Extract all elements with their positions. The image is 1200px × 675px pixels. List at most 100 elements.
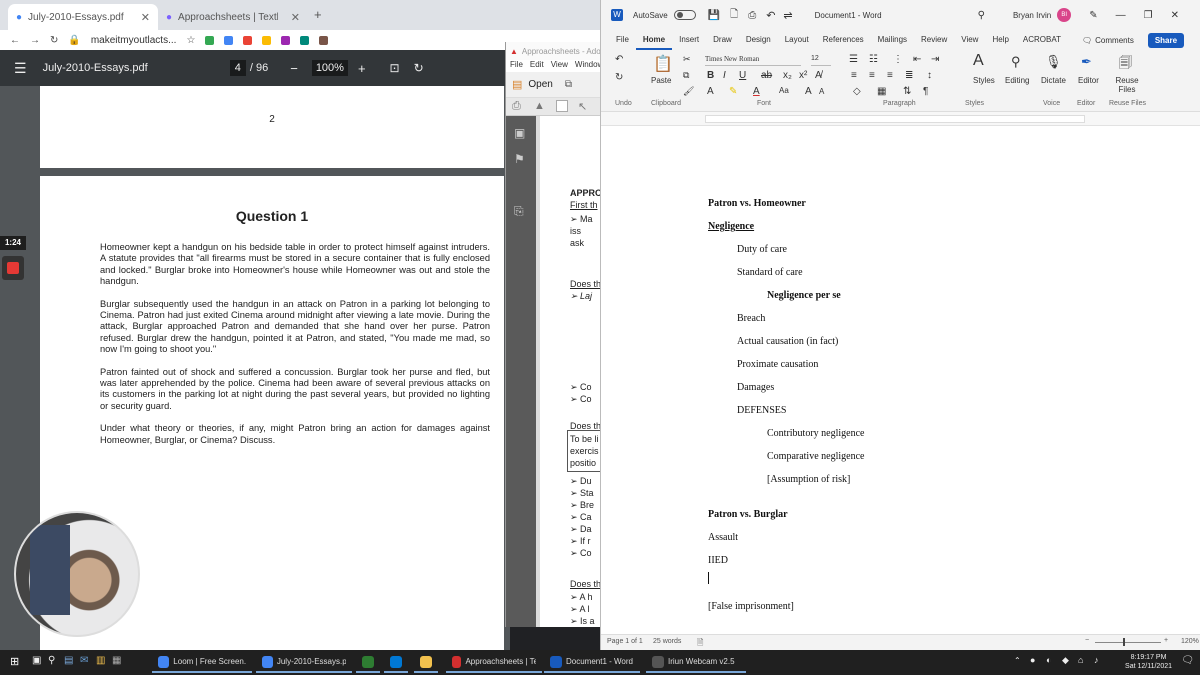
tab-file[interactable]: File <box>609 30 636 50</box>
dictate-icon[interactable]: 🎙 <box>1045 54 1062 70</box>
font-name-select[interactable]: Times New Roman <box>705 55 801 66</box>
tray-app-icon[interactable]: ◆ <box>1062 655 1069 666</box>
tab-references[interactable]: References <box>816 30 871 50</box>
minimize-icon[interactable]: — <box>1116 10 1126 21</box>
underline-icon[interactable]: U <box>739 70 746 81</box>
tray-chevron-icon[interactable]: ⌃ <box>1014 656 1021 665</box>
zoom-slider-thumb[interactable] <box>1123 638 1125 646</box>
taskbar-app-button[interactable]: Document1 - Word <box>544 652 640 673</box>
new-doc-icon[interactable]: 🗋 <box>730 7 738 24</box>
proofing-icon[interactable]: 🗎 <box>697 637 703 650</box>
tab-mailings[interactable]: Mailings <box>871 30 914 50</box>
taskbar-app-button[interactable] <box>414 652 438 673</box>
editor-button[interactable]: Editor <box>1078 76 1099 85</box>
stop-recording-button[interactable] <box>2 256 24 280</box>
search-icon[interactable]: ⚲ <box>48 655 55 666</box>
comments-icon[interactable]: 🗨 <box>1082 36 1092 45</box>
bold-icon[interactable]: B <box>707 70 714 81</box>
font-size-select[interactable]: 12 <box>811 55 831 66</box>
network-icon[interactable]: ⌂ <box>1078 655 1083 665</box>
taskbar-app-button[interactable]: Approachsheets | Texts... <box>446 652 542 673</box>
files-icon[interactable]: ▥ <box>96 655 105 666</box>
search-icon[interactable]: ⚲ <box>978 10 985 21</box>
increase-indent-icon[interactable]: ⇥ <box>931 54 939 65</box>
show-formatting-icon[interactable]: ¶ <box>923 86 928 97</box>
extension-icon[interactable] <box>300 35 310 45</box>
volume-icon[interactable]: ♪ <box>1094 655 1099 665</box>
highlight-icon[interactable]: ✎ <box>729 86 737 97</box>
word-document-page[interactable]: Patron vs. Homeowner Negligence Duty of ca… <box>601 126 1200 634</box>
styles-button[interactable]: Styles <box>973 76 995 85</box>
font-color-icon[interactable]: A <box>753 86 760 97</box>
multilevel-icon[interactable]: ⋮ <box>893 54 903 65</box>
bookmark-star-icon[interactable]: ☆ <box>186 35 195 46</box>
zoom-out-icon[interactable]: − <box>1085 637 1089 644</box>
taskbar-app-button[interactable] <box>356 652 380 673</box>
format-painter-icon[interactable]: 🖌 <box>683 86 694 97</box>
dictate-button[interactable]: Dictate <box>1041 76 1066 85</box>
copy-icon[interactable]: ⧉ <box>683 70 689 81</box>
undo-icon[interactable]: ↶ <box>615 54 623 65</box>
tab-view[interactable]: View <box>954 30 985 50</box>
task-view-icon[interactable]: ▣ <box>32 655 41 666</box>
taskbar-app-button[interactable]: Iriun Webcam v2.5 <box>646 652 746 673</box>
paste-button[interactable]: Paste <box>651 76 671 85</box>
paste-icon[interactable]: 📋 <box>653 54 673 74</box>
grow-font-icon[interactable]: A <box>805 86 812 97</box>
tab-acrobat[interactable]: ACROBAT <box>1016 30 1068 50</box>
chrome-tab-approach[interactable]: ● Approachsheets | Textbook ✕ <box>158 4 308 30</box>
sort-icon[interactable]: ⇅ <box>903 86 911 97</box>
windows-start-icon[interactable]: ⊞ <box>10 655 19 668</box>
menu-file[interactable]: File <box>510 60 523 72</box>
reuse-files-button[interactable]: Reuse Files <box>1109 76 1145 94</box>
reuse-files-icon[interactable]: 🗐 <box>1119 54 1132 76</box>
fit-page-icon[interactable]: ⊡ <box>390 61 400 75</box>
shading-icon[interactable]: ◇ <box>853 86 861 97</box>
tab-review[interactable]: Review <box>914 30 954 50</box>
chrome-tab-pdf[interactable]: ● July-2010-Essays.pdf ✕ <box>8 4 158 30</box>
tab-layout[interactable]: Layout <box>778 30 816 50</box>
word-count[interactable]: 25 words <box>653 638 681 645</box>
zoom-level[interactable]: 100% <box>311 60 348 76</box>
extension-icon[interactable] <box>224 35 234 45</box>
webcam-bubble[interactable] <box>14 511 140 637</box>
subscript-icon[interactable]: x₂ <box>783 70 792 81</box>
forward-icon[interactable]: → <box>30 35 40 46</box>
italic-icon[interactable]: I <box>723 70 726 81</box>
zoom-in-icon[interactable]: + <box>1164 637 1168 644</box>
zoom-slider[interactable] <box>1095 642 1161 643</box>
undo-icon[interactable]: ↶ <box>766 9 775 22</box>
extension-icon[interactable] <box>281 35 291 45</box>
page-field[interactable] <box>556 100 568 112</box>
menu-icon[interactable]: ☰ <box>14 60 27 77</box>
open-button[interactable]: Open <box>528 79 552 90</box>
change-case-icon[interactable]: Aa <box>779 86 789 95</box>
notification-icon[interactable]: 🗨 <box>1181 655 1194 666</box>
horizontal-ruler[interactable] <box>601 112 1200 126</box>
page-count[interactable]: Page 1 of 1 <box>607 638 643 645</box>
tab-draw[interactable]: Draw <box>706 30 739 50</box>
page-number-input[interactable]: 4 <box>229 60 246 76</box>
back-icon[interactable]: ← <box>10 35 20 46</box>
editing-icon[interactable]: ⚲ <box>1011 54 1021 70</box>
avatar[interactable]: BI <box>1057 8 1072 22</box>
tab-home[interactable]: Home <box>635 30 673 50</box>
save-icon[interactable]: 💾 <box>708 10 720 21</box>
align-center-icon[interactable]: ≡ <box>869 70 875 81</box>
redo-icon[interactable]: ↻ <box>615 72 623 83</box>
print-preview-icon[interactable]: ⎙ <box>748 10 756 21</box>
tab-help[interactable]: Help <box>985 30 1015 50</box>
prev-page-icon[interactable]: ▲ <box>534 100 545 112</box>
widgets-icon[interactable]: ▦ <box>112 655 121 666</box>
cut-icon[interactable]: ✂ <box>683 54 691 65</box>
bookmarks-panel-icon[interactable]: ⚑ <box>514 152 525 166</box>
align-left-icon[interactable]: ≡ <box>851 70 857 81</box>
taskbar-app-button[interactable]: Loom | Free Screen... <box>152 652 252 673</box>
attachments-panel-icon[interactable]: ⎘ <box>514 204 524 219</box>
decrease-indent-icon[interactable]: ⇤ <box>913 54 921 65</box>
extension-icon[interactable] <box>243 35 253 45</box>
superscript-icon[interactable]: x² <box>799 70 807 81</box>
folder-open-icon[interactable]: ▤ <box>512 78 522 91</box>
close-tab-icon[interactable]: ✕ <box>291 11 300 24</box>
extension-icon[interactable] <box>205 35 215 45</box>
